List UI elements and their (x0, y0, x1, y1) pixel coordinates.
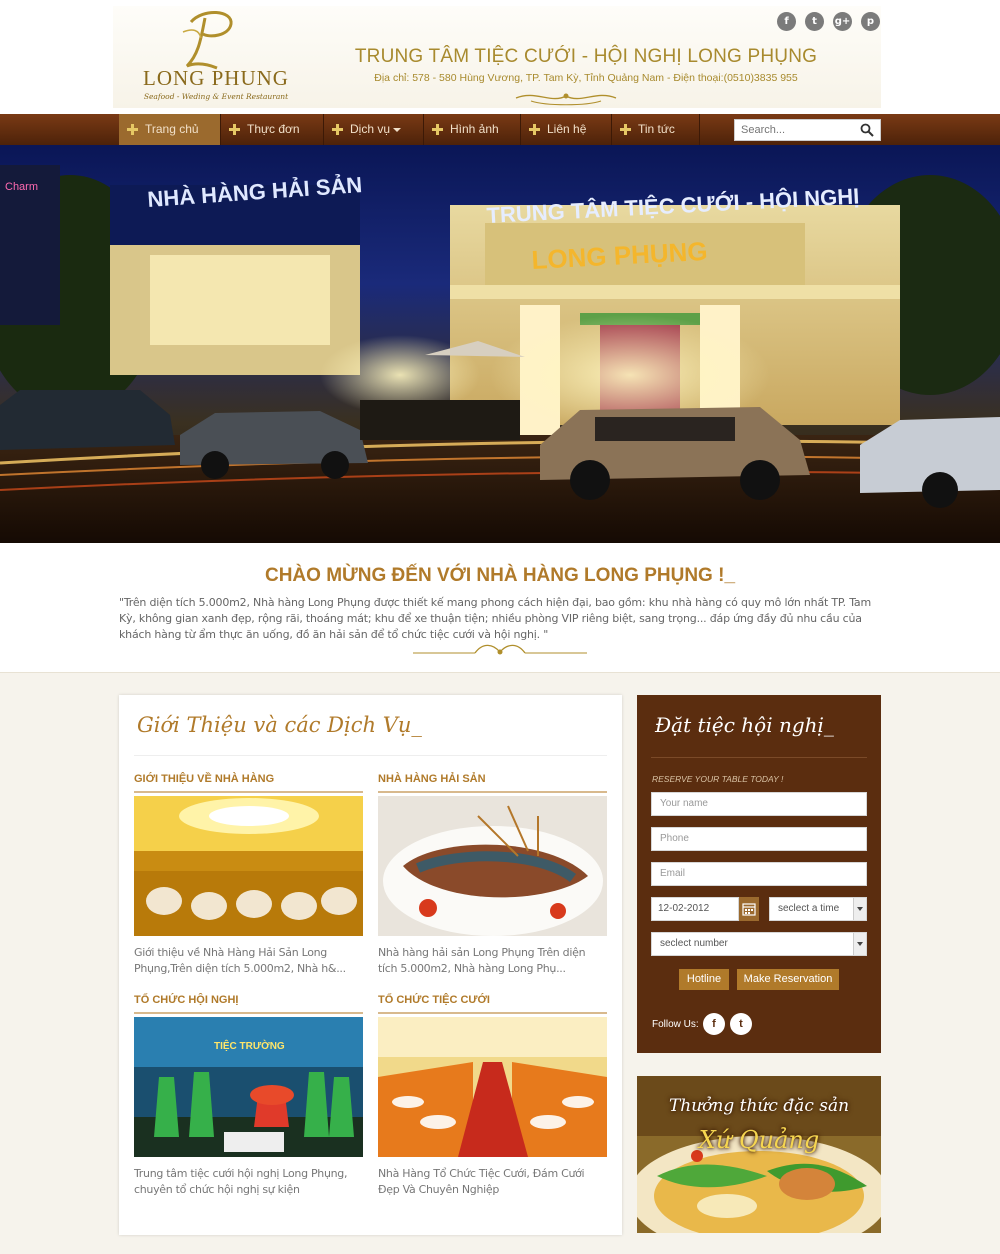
site-title: TRUNG TÂM TIỆC CƯỚI - HỘI NGHỊ LONG PHỤN… (354, 46, 818, 67)
calendar-button[interactable] (739, 897, 759, 921)
chevron-down-icon (393, 127, 402, 132)
nav-item-home[interactable]: Trang chủ (119, 114, 221, 145)
pinterest-icon[interactable]: p (861, 12, 880, 31)
site-header: LONG PHUNG Seafood - Weding & Event Rest… (0, 0, 1000, 114)
card-title[interactable]: TỔ CHỨC TIỆC CƯỚI (378, 994, 490, 1006)
card-thumbnail[interactable] (134, 796, 363, 936)
twitter-icon[interactable]: t (730, 1013, 752, 1035)
card-thumbnail[interactable]: TIỆC TRƯỜNG (134, 1017, 363, 1157)
service-card-conference[interactable]: TỔ CHỨC HỘI NGHỊ TIỆC TRƯỜNG Trung tâm t… (134, 994, 363, 1199)
card-thumbnail[interactable] (378, 796, 607, 936)
banner-line-1: Thưởng thức đặc sản (668, 1096, 850, 1116)
ornament-divider-icon (515, 93, 617, 106)
divider (134, 755, 607, 756)
name-field[interactable]: Your name (651, 792, 867, 816)
reservation-title: Đặt tiệc hội nghị_ (655, 713, 834, 737)
banner-line-2: Xứ Quảng (698, 1126, 820, 1154)
welcome-section: CHÀO MỪNG ĐẾN VỚI NHÀ HÀNG LONG PHỤNG !_… (0, 543, 1000, 673)
number-select-value: seclect number (660, 938, 728, 949)
cross-icon (620, 124, 631, 135)
divider (378, 791, 607, 793)
logo-name: LONG PHUNG (143, 66, 289, 90)
nav-label: Liên hệ (547, 122, 587, 136)
nav-label: Dịch vụ (350, 122, 391, 136)
email-field[interactable]: Email (651, 862, 867, 886)
card-description: Trung tâm tiệc cưới hội nghị Long Phụng,… (134, 1167, 348, 1196)
header-banner: LONG PHUNG Seafood - Weding & Event Rest… (113, 6, 881, 108)
divider (651, 757, 867, 758)
logo[interactable]: LONG PHUNG Seafood - Weding & Event Rest… (113, 6, 313, 108)
nav-item-gallery[interactable]: Hình ảnh (424, 114, 521, 145)
make-reservation-button[interactable]: Make Reservation (737, 969, 839, 990)
cross-icon (432, 124, 443, 135)
services-panel: Giới Thiệu và các Dịch Vụ_ GIỚI THIỆU VỀ… (119, 695, 622, 1235)
hotline-button[interactable]: Hotline (679, 969, 729, 990)
cross-icon (529, 124, 540, 135)
card-title[interactable]: TỔ CHỨC HỘI NGHỊ (134, 994, 238, 1006)
hero-sign-small: Charm (5, 181, 38, 193)
services-title: Giới Thiệu và các Dịch Vụ_ (137, 713, 422, 737)
social-links: f t g+ p (777, 12, 881, 32)
facebook-icon[interactable]: f (777, 12, 796, 31)
nav-label: Tin tức (638, 122, 675, 136)
search-input[interactable] (741, 122, 851, 138)
card-description: Giới thiệu về Nhà Hàng Hải Sản Long Phụn… (134, 946, 346, 975)
search-box (734, 119, 881, 141)
chevron-down-icon (853, 898, 866, 920)
time-select[interactable]: seclect a time (769, 897, 867, 921)
phone-field[interactable]: Phone (651, 827, 867, 851)
card-description: Nhà Hàng Tổ Chức Tiệc Cưới, Đám Cưới Đẹp… (378, 1167, 585, 1196)
nav-label: Trang chủ (145, 122, 199, 136)
search-icon[interactable] (860, 123, 874, 137)
photo-banner-text: TIỆC TRƯỜNG (214, 1039, 285, 1052)
number-select[interactable]: seclect number (651, 932, 867, 956)
card-description: Nhà hàng hải sản Long Phụng Trên diện tí… (378, 946, 586, 975)
ornament-divider-icon (413, 644, 587, 655)
welcome-text: "Trên diện tích 5.000m2, Nhà hàng Long P… (119, 596, 871, 641)
time-select-value: seclect a time (778, 903, 840, 914)
cross-icon (127, 124, 138, 135)
divider (134, 791, 363, 793)
hero-image: NHÀ HÀNG HẢI SẢN TRUNG TÂM TIỆC CƯỚI - H… (0, 145, 1000, 543)
twitter-icon[interactable]: t (805, 12, 824, 31)
reservation-subtitle: RESERVE YOUR TABLE TODAY ! (652, 774, 784, 784)
card-title[interactable]: NHÀ HÀNG HẢI SẢN (378, 773, 486, 785)
service-card-seafood[interactable]: NHÀ HÀNG HẢI SẢN Nhà hàng hải sản Long P… (378, 773, 607, 975)
reservation-panel: Đặt tiệc hội nghị_ RESERVE YOUR TABLE TO… (637, 695, 881, 1053)
facebook-icon[interactable]: f (703, 1013, 725, 1035)
service-card-intro[interactable]: GIỚI THIỆU VỀ NHÀ HÀNG Giới thiệu về Nhà… (134, 773, 363, 975)
welcome-title: CHÀO MỪNG ĐẾN VỚI NHÀ HÀNG LONG PHỤNG !_ (264, 565, 736, 586)
nav-item-services[interactable]: Dịch vụ (324, 114, 424, 145)
main-nav: Trang chủ Thực đơn Dịch vụ Hình ảnh Liên… (0, 114, 1000, 145)
nav-item-menu[interactable]: Thực đơn (221, 114, 324, 145)
logo-emblem-icon (182, 11, 233, 70)
cross-icon (332, 124, 343, 135)
divider (134, 1012, 363, 1014)
site-address: Địa chỉ: 578 - 580 Hùng Vương, TP. Tam K… (374, 72, 798, 84)
logo-tagline: Seafood - Weding & Event Restaurant (143, 92, 289, 101)
nav-label: Thực đơn (247, 122, 300, 136)
divider (378, 1012, 607, 1014)
nav-label: Hình ảnh (450, 122, 499, 136)
chevron-down-icon (853, 933, 866, 955)
follow-label: Follow Us: (652, 1019, 699, 1030)
card-title[interactable]: GIỚI THIỆU VỀ NHÀ HÀNG (134, 773, 274, 785)
google-plus-icon[interactable]: g+ (833, 12, 852, 31)
nav-item-contact[interactable]: Liên hệ (521, 114, 612, 145)
service-card-wedding[interactable]: TỔ CHỨC TIỆC CƯỚI Nhà Hàng Tổ Chức Tiệc … (378, 994, 607, 1199)
calendar-icon (742, 903, 756, 916)
date-field[interactable]: 12-02-2012 (651, 897, 739, 921)
cross-icon (229, 124, 240, 135)
specialty-banner[interactable]: Thưởng thức đặc sản Xứ Quảng (637, 1076, 881, 1233)
restaurant-night-photo: NHÀ HÀNG HẢI SẢN TRUNG TÂM TIỆC CƯỚI - H… (0, 165, 1000, 543)
card-thumbnail[interactable] (378, 1017, 607, 1157)
nav-item-news[interactable]: Tin tức (612, 114, 700, 145)
